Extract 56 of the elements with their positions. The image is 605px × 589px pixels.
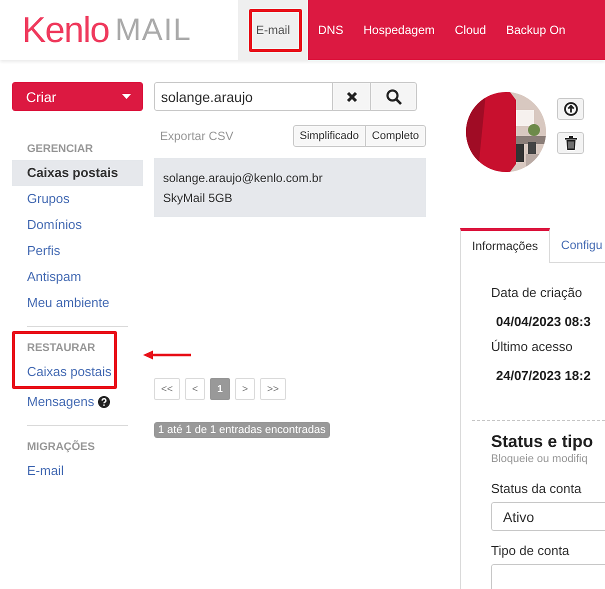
caret-icon (122, 94, 131, 99)
section-heading: MIGRAÇÕES (26, 439, 96, 455)
sidebar-item[interactable]: Meu ambiente (12, 290, 143, 316)
search-field[interactable]: solange.araujo (154, 82, 333, 111)
view-toggle-button[interactable]: Completo (366, 125, 426, 147)
page-button[interactable]: 1 (210, 378, 230, 400)
create-button[interactable]: Criar (12, 82, 143, 111)
section-heading: Status e tipo (491, 431, 594, 453)
delete-button[interactable] (557, 132, 584, 154)
page-button[interactable]: > (235, 378, 255, 400)
sidebar-item[interactable]: Antispam (12, 264, 143, 290)
sidebar-item[interactable]: Perfis (12, 238, 143, 264)
section-description: Bloqueie ou modifiq (491, 453, 589, 465)
nav-tab[interactable]: Hospedagem (353, 0, 445, 60)
nav-tab[interactable]: Cloud (444, 0, 496, 60)
sidebar-item[interactable]: Domínios (12, 212, 143, 238)
logo-product-name: MAIL (115, 12, 192, 48)
clear-button[interactable] (333, 82, 371, 111)
sidebar-item[interactable]: E-mail (12, 458, 143, 484)
search-icon (386, 88, 402, 104)
field-label: Status da conta (491, 481, 582, 496)
field-label: Tipo de conta (491, 543, 570, 558)
field-label: Último acesso (491, 339, 574, 356)
select-field[interactable]: Ativo (491, 502, 605, 531)
field-value: 04/04/2023 08:3 (495, 314, 592, 329)
section-heading: GERENCIAR (26, 142, 94, 157)
mailbox-plan: SkyMail 5GB (163, 190, 234, 207)
search-button[interactable] (371, 82, 417, 111)
tab[interactable]: Configu (550, 228, 605, 262)
trash-icon (564, 136, 576, 150)
section-heading: RESTAURAR (26, 341, 96, 356)
page-button[interactable]: >> (260, 378, 286, 400)
sidebar-item[interactable]: Grupos (12, 186, 143, 212)
sidebar-item[interactable]: Caixas postais (15, 359, 114, 385)
upload-button[interactable] (557, 98, 584, 120)
result-count-badge: 1 até 1 de 1 entradas encontradas (154, 422, 330, 438)
page-button[interactable]: << (154, 378, 180, 400)
logo-wordmark: Kenlo (22, 9, 110, 51)
nav-tab[interactable]: DNS (308, 0, 354, 60)
upload-icon (564, 102, 578, 116)
close-icon (346, 90, 358, 102)
tab[interactable]: Informações (460, 228, 550, 263)
field-value: 24/07/2023 18:2 (495, 368, 592, 383)
mailbox-address: solange.araujo@kenlo.com.br (163, 170, 324, 187)
select-field[interactable] (491, 564, 605, 589)
nav-tab[interactable]: Backup On (496, 0, 576, 60)
sidebar-item[interactable]: Mensagens (12, 389, 94, 415)
result-card[interactable]: solange.araujo@kenlo.com.br SkyMail 5GB (154, 158, 426, 217)
page-button[interactable]: < (185, 378, 205, 400)
export-link[interactable]: Exportar CSV (160, 129, 234, 143)
nav-tab[interactable]: E-mail (238, 0, 308, 60)
arrow (143, 350, 191, 360)
sidebar-item[interactable]: Caixas postais (12, 160, 143, 186)
help-icon (98, 396, 110, 408)
view-toggle-button[interactable]: Simplificado (292, 125, 366, 147)
field-label: Data de criação (491, 285, 584, 302)
